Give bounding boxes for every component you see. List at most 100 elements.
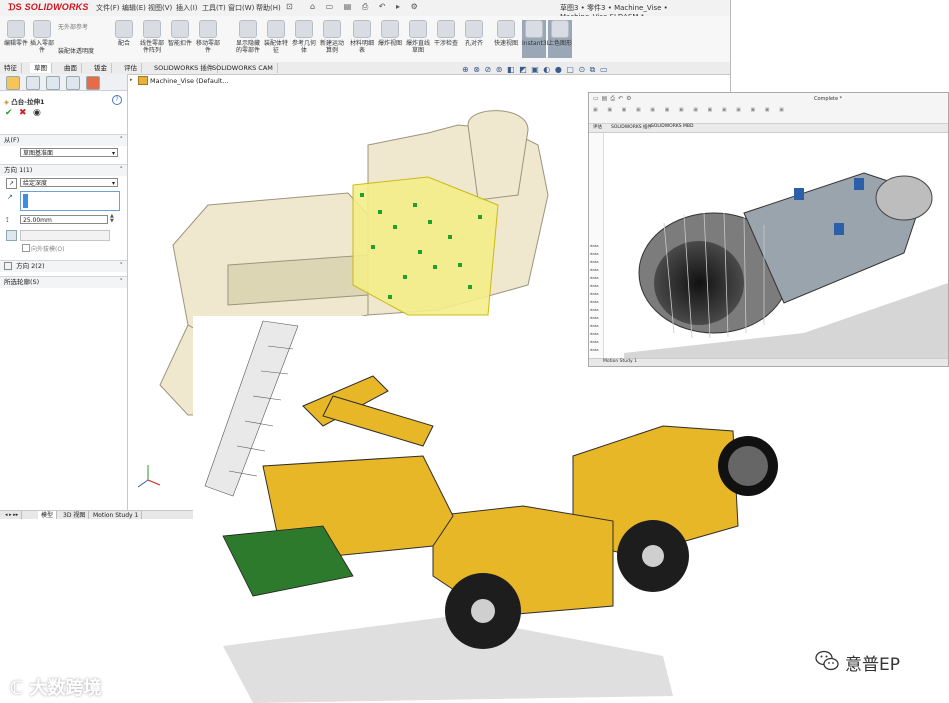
cancel-icon[interactable]: ✖	[19, 108, 27, 118]
secondary-tab-evaluate[interactable]: 评估	[593, 124, 602, 130]
insert-component-icon	[33, 20, 51, 38]
tree-item[interactable]: data	[590, 323, 599, 328]
tree-item[interactable]: data	[590, 251, 599, 256]
menu-tools[interactable]: 工具(T)	[202, 3, 226, 13]
nav-arrows[interactable]: ◂ ▸ ▸▸	[2, 511, 23, 519]
linear-pattern-button[interactable]: 线性零部件阵列	[140, 20, 164, 58]
menu-help[interactable]: 帮助(H)	[256, 3, 281, 13]
depth-input[interactable]: 25.00mm	[20, 215, 108, 224]
reference-geometry-button[interactable]: 参考几何体	[292, 20, 316, 58]
tree-item[interactable]: data	[590, 243, 599, 248]
ok-icon[interactable]: ✔	[5, 108, 13, 118]
dimxpert-icon[interactable]	[66, 76, 80, 90]
menu-file[interactable]: 文件(F)	[96, 3, 120, 13]
secondary-tab-mbd[interactable]: SOLIDWORKS MBD	[651, 124, 694, 129]
boss-extrude-icon: ◈	[4, 98, 9, 106]
secondary-tab-motion-study[interactable]: Motion Study 1	[603, 359, 637, 364]
tab-sheet-metal[interactable]: 钣金	[90, 63, 112, 73]
shaded-button[interactable]: 上色图形	[548, 20, 572, 58]
reverse-direction-icon[interactable]: ↗	[6, 178, 17, 189]
engine-viewport[interactable]	[604, 133, 948, 358]
direction2-checkbox[interactable]	[4, 262, 12, 270]
from-section-header[interactable]: 从(F) ˄	[0, 134, 127, 146]
interference-detection-button[interactable]: 干涉检查	[434, 20, 458, 58]
preview-eye-icon[interactable]: ◉	[33, 108, 41, 118]
tab-surfaces[interactable]: 曲面	[60, 63, 82, 73]
instant3d-button[interactable]: Instant3D	[522, 20, 551, 58]
tree-item[interactable]: data	[590, 283, 599, 288]
wechat-icon	[815, 650, 839, 671]
direction1-section-header[interactable]: 方向 1(1) ˄	[0, 164, 127, 176]
tree-item[interactable]: data	[590, 339, 599, 344]
display-manager-icon[interactable]	[86, 76, 100, 90]
tree-item[interactable]: data	[590, 347, 599, 352]
secondary-quick-access[interactable]: ▭▤⎙↶⚙	[593, 95, 635, 103]
menu-edit[interactable]: 编辑(E)	[122, 3, 146, 13]
heads-up-toolbar[interactable]: ⊕ ⊗ ⊘ ⊚ ◧ ◩ ▣ ◐ ● ▢ ⊙ ⧉ ▭	[462, 65, 609, 75]
tree-item[interactable]: data	[590, 307, 599, 312]
menu-view[interactable]: 视图(V)	[148, 3, 172, 13]
assembly-features-icon	[267, 20, 285, 38]
draft-outward-checkbox[interactable]	[22, 244, 30, 252]
tree-root-label[interactable]: Machine_Vise (Default...	[150, 77, 229, 85]
configuration-icon[interactable]	[46, 76, 60, 90]
tab-3d-view[interactable]: 3D 视图	[60, 511, 90, 519]
tab-motion-study[interactable]: Motion Study 1	[90, 511, 143, 519]
tree-item[interactable]: data	[590, 331, 599, 336]
move-component-button[interactable]: 移动零部件	[196, 20, 220, 58]
engine-intake	[654, 241, 744, 325]
direction-reference-box[interactable]	[20, 191, 120, 211]
selected-contours-header[interactable]: 所选轮廓(S) ˅	[0, 276, 127, 288]
tree-item[interactable]: data	[590, 291, 599, 296]
menu-insert[interactable]: 插入(I)	[176, 3, 198, 13]
no-external-refs-label[interactable]: 无外部参考	[58, 22, 88, 31]
exploded-view-icon	[381, 20, 399, 38]
tab-evaluate[interactable]: 评估	[120, 63, 142, 73]
tree-item[interactable]: data	[590, 259, 599, 264]
assembly-features-button[interactable]: 装配体特征	[264, 20, 288, 58]
tree-expand-icon[interactable]: ▸	[130, 77, 133, 83]
tree-item[interactable]: data	[590, 299, 599, 304]
tab-model[interactable]: 模型	[38, 511, 58, 519]
draft-angle-input[interactable]	[20, 230, 110, 241]
feature-title: 凸台-拉伸1	[11, 98, 45, 106]
quick-access-toolbar[interactable]: ⌂ ▭ ▤ ⎙ ↶ ▸ ⚙	[310, 2, 422, 12]
quick-view-icon	[497, 20, 515, 38]
tree-item[interactable]: data	[590, 275, 599, 280]
feature-tree-icon[interactable]	[6, 76, 20, 90]
hole-alignment-button[interactable]: 孔对齐	[462, 20, 486, 58]
tree-item[interactable]: data	[590, 315, 599, 320]
property-manager-icon[interactable]	[26, 76, 40, 90]
collapse-chevron-icon: ˄	[119, 166, 124, 174]
assembly-transparency-label[interactable]: 装配体透明度	[58, 46, 94, 55]
depth-spinner[interactable]: ▲ ▼	[110, 214, 114, 224]
draft-outward-label: 向外拔模(O)	[31, 246, 65, 253]
end-condition-select[interactable]: 给定深度	[20, 178, 118, 188]
show-hidden-button[interactable]: 显示隐藏的零部件	[236, 20, 260, 58]
mate-button[interactable]: 配合	[112, 20, 136, 58]
shaded-icon	[551, 20, 569, 38]
edit-part-button[interactable]: 编辑零件	[4, 20, 28, 58]
mining-machine-render	[193, 316, 807, 703]
tree-item[interactable]: data	[590, 267, 599, 272]
tab-features[interactable]: 特征	[0, 63, 22, 73]
from-select[interactable]: 草图基准面	[20, 148, 118, 158]
direction2-section-header[interactable]: 方向 2(2) ˅	[0, 260, 127, 272]
secondary-ribbon-icons[interactable]: ▣ ▣ ▣ ▣ ▣ ▣ ▣ ▣ ▣ ▣ ▣ ▣ ▣ ▣	[593, 107, 788, 113]
help-icon[interactable]: ?	[112, 95, 122, 105]
pin-icon[interactable]: ⊡	[286, 2, 293, 11]
secondary-tab-addins[interactable]: SOLIDWORKS 插件	[611, 124, 652, 130]
exploded-view-button[interactable]: 爆炸视图	[378, 20, 402, 58]
draft-toggle-icon[interactable]	[6, 230, 17, 241]
menu-window[interactable]: 窗口(W)	[228, 3, 254, 13]
feature-title-row: ◈ 凸台-拉伸1	[4, 96, 45, 106]
new-motion-study-button[interactable]: 新建运动算例	[320, 20, 344, 58]
smart-fasteners-button[interactable]: 智能扣件	[168, 20, 192, 58]
bom-button[interactable]: 材料明细表	[350, 20, 374, 58]
insert-component-button[interactable]: 插入零部件	[30, 20, 54, 58]
explode-line-sketch-button[interactable]: 爆炸直线草图	[406, 20, 430, 58]
tab-cam[interactable]: SOLIDWORKS CAM	[208, 63, 278, 73]
expand-chevron-icon: ˅	[119, 278, 124, 286]
tab-sketch[interactable]: 草图	[30, 63, 52, 73]
quick-view-button[interactable]: 快速视图	[494, 20, 518, 58]
